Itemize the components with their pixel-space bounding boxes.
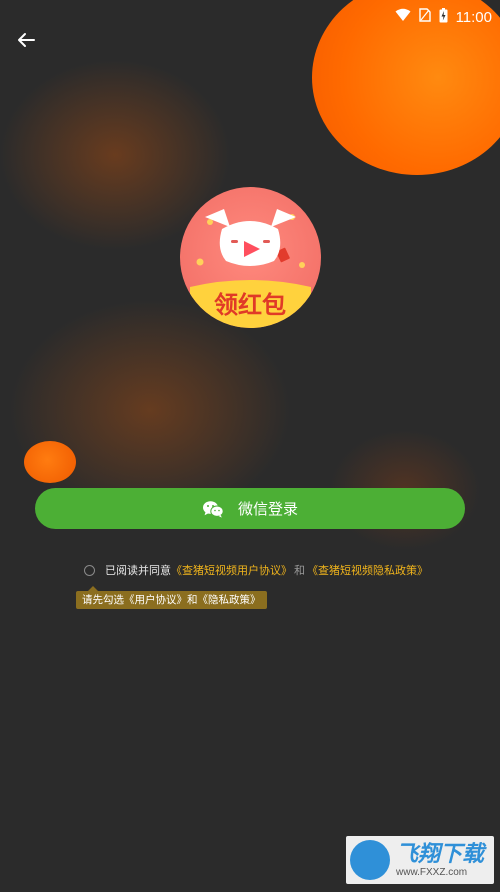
- back-button[interactable]: [12, 30, 40, 54]
- wechat-login-button[interactable]: 微信登录: [35, 488, 465, 529]
- logo-text: 领红包: [214, 291, 286, 319]
- pig-play-icon: 领红包: [190, 209, 311, 328]
- decorative-orange-circle-small: [24, 441, 76, 483]
- app-logo: 领红包: [180, 187, 321, 328]
- agreement-checkbox[interactable]: [84, 564, 95, 576]
- watermark-logo: [350, 840, 390, 880]
- status-bar: 11:00: [395, 6, 492, 28]
- wifi-icon: [395, 8, 411, 26]
- background-glow: [10, 300, 290, 520]
- battery-charging-icon: [439, 7, 448, 27]
- agreement-tooltip: 请先勾选《用户协议》和《隐私政策》: [76, 586, 267, 609]
- watermark-brand: 飞翔下载: [396, 841, 485, 867]
- watermark: 飞翔下载 www.FXXZ.com: [346, 836, 494, 884]
- arrow-left-icon: [16, 32, 36, 52]
- privacy-policy-link[interactable]: 《查猪短视频隐私政策》: [307, 562, 428, 578]
- user-agreement-link[interactable]: 《查猪短视频用户协议》: [171, 562, 292, 578]
- agreement-row: 已阅读并同意 《查猪短视频用户协议》 和 《查猪短视频隐私政策》: [84, 562, 428, 578]
- status-time: 11:00: [455, 8, 492, 26]
- agreement-prefix: 已阅读并同意: [105, 564, 171, 577]
- agreement-connector: 和: [294, 564, 305, 577]
- wechat-icon: [202, 500, 224, 518]
- wechat-login-label: 微信登录: [237, 500, 298, 518]
- sim-card-icon: [418, 8, 431, 26]
- watermark-url: www.FXXZ.com: [396, 866, 468, 878]
